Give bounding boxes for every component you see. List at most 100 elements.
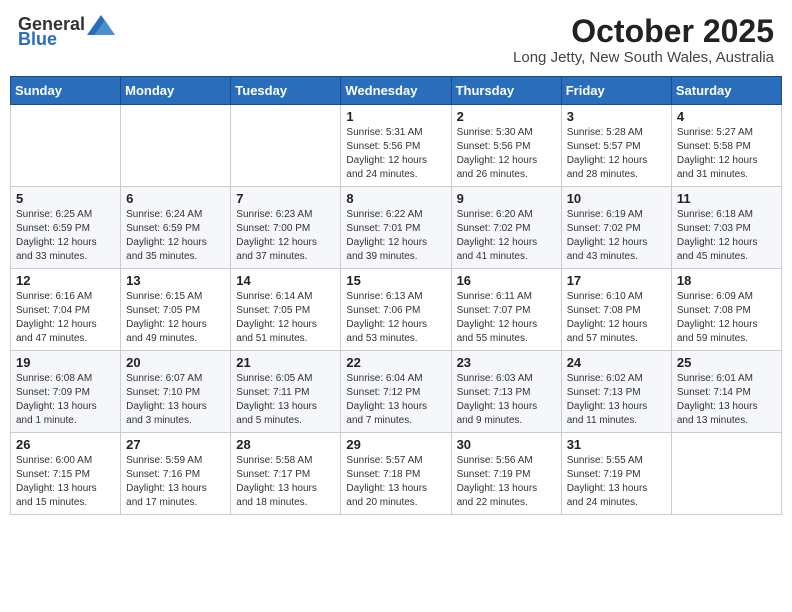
weekday-header-tuesday: Tuesday [231, 77, 341, 105]
day-number: 22 [346, 355, 445, 370]
title-block: October 2025 Long Jetty, New South Wales… [513, 14, 774, 66]
calendar-cell: 30Sunrise: 5:56 AM Sunset: 7:19 PM Dayli… [451, 433, 561, 515]
day-number: 2 [457, 109, 556, 124]
day-info: Sunrise: 6:09 AM Sunset: 7:08 PM Dayligh… [677, 290, 776, 346]
calendar-cell: 10 Sunrise: 6:19 AM Sunset: 7:02 PM Dayli… [561, 187, 671, 269]
logo-blue: Blue [18, 29, 57, 50]
day-number: 26 [16, 437, 115, 452]
day-info: Sunrise: 5:57 AM Sunset: 7:18 PM Dayligh… [346, 454, 445, 510]
calendar-cell: 22 Sunrise: 6:04 AM Sunset: 7:12 PM Dayli… [341, 351, 451, 433]
day-info: Sunrise: 6:00 AM Sunset: 7:15 PM Dayligh… [16, 454, 115, 510]
day-number: 31 [567, 437, 666, 452]
weekday-header-wednesday: Wednesday [341, 77, 451, 105]
calendar-cell: 23Sunrise: 6:03 AM Sunset: 7:13 PM Dayli… [451, 351, 561, 433]
day-number: 14 [236, 273, 335, 288]
day-number: 9 [457, 191, 556, 206]
calendar-cell: 4 Sunrise: 5:27 AM Sunset: 5:58 PM Daylig… [671, 105, 781, 187]
calendar-cell: 11 Sunrise: 6:18 AM Sunset: 7:03 PM Dayli… [671, 187, 781, 269]
day-info: Sunrise: 6:11 AM Sunset: 7:07 PM Dayligh… [457, 290, 556, 346]
day-info: Sunrise: 6:19 AM Sunset: 7:02 PM Dayligh… [567, 208, 666, 264]
day-info: Sunrise: 6:23 AM Sunset: 7:00 PM Dayligh… [236, 208, 335, 264]
day-number: 7 [236, 191, 335, 206]
calendar-cell: 16 Sunrise: 6:11 AM Sunset: 7:07 PM Dayli… [451, 269, 561, 351]
day-info: Sunrise: 5:58 AM Sunset: 7:17 PM Dayligh… [236, 454, 335, 510]
calendar-cell: 7 Sunrise: 6:23 AM Sunset: 7:00 PM Daylig… [231, 187, 341, 269]
calendar-cell: 6 Sunrise: 6:24 AM Sunset: 6:59 PM Daylig… [121, 187, 231, 269]
day-number: 13 [126, 273, 225, 288]
day-info: Sunrise: 6:02 AM Sunset: 7:13 PM Dayligh… [567, 372, 666, 428]
location-title: Long Jetty, New South Wales, Australia [513, 49, 774, 66]
logo: General Blue [18, 14, 115, 50]
day-number: 20 [126, 355, 225, 370]
day-info: Sunrise: 6:10 AM Sunset: 7:08 PM Dayligh… [567, 290, 666, 346]
calendar-cell [121, 105, 231, 187]
day-number: 11 [677, 191, 776, 206]
day-number: 15 [346, 273, 445, 288]
calendar-cell: 2Sunrise: 5:30 AM Sunset: 5:56 PM Daylig… [451, 105, 561, 187]
calendar-cell: 13Sunrise: 6:15 AM Sunset: 7:05 PM Dayli… [121, 269, 231, 351]
day-number: 21 [236, 355, 335, 370]
weekday-header-row: SundayMondayTuesdayWednesdayThursdayFrid… [11, 77, 782, 105]
calendar-week-1: 1 Sunrise: 5:31 AM Sunset: 5:56 PM Daylig… [11, 105, 782, 187]
day-number: 25 [677, 355, 776, 370]
calendar-cell: 9 Sunrise: 6:20 AM Sunset: 7:02 PM Daylig… [451, 187, 561, 269]
day-info: Sunrise: 6:04 AM Sunset: 7:12 PM Dayligh… [346, 372, 445, 428]
day-number: 30 [457, 437, 556, 452]
weekday-header-friday: Friday [561, 77, 671, 105]
calendar-cell: 27 Sunrise: 5:59 AM Sunset: 7:16 PM Dayli… [121, 433, 231, 515]
calendar-cell: 15 Sunrise: 6:13 AM Sunset: 7:06 PM Dayli… [341, 269, 451, 351]
day-number: 4 [677, 109, 776, 124]
calendar-cell: 21 Sunrise: 6:05 AM Sunset: 7:11 PM Dayli… [231, 351, 341, 433]
day-info: Sunrise: 5:31 AM Sunset: 5:56 PM Dayligh… [346, 126, 445, 182]
calendar-cell: 29Sunrise: 5:57 AM Sunset: 7:18 PM Dayli… [341, 433, 451, 515]
day-number: 17 [567, 273, 666, 288]
calendar-cell: 12 Sunrise: 6:16 AM Sunset: 7:04 PM Dayli… [11, 269, 121, 351]
day-info: Sunrise: 6:08 AM Sunset: 7:09 PM Dayligh… [16, 372, 115, 428]
day-number: 6 [126, 191, 225, 206]
day-info: Sunrise: 6:14 AM Sunset: 7:05 PM Dayligh… [236, 290, 335, 346]
day-info: Sunrise: 6:22 AM Sunset: 7:01 PM Dayligh… [346, 208, 445, 264]
day-number: 10 [567, 191, 666, 206]
calendar-cell: 28 Sunrise: 5:58 AM Sunset: 7:17 PM Dayli… [231, 433, 341, 515]
day-number: 24 [567, 355, 666, 370]
calendar-cell: 31 Sunrise: 5:55 AM Sunset: 7:19 PM Dayli… [561, 433, 671, 515]
day-info: Sunrise: 6:16 AM Sunset: 7:04 PM Dayligh… [16, 290, 115, 346]
calendar-cell: 19Sunrise: 6:08 AM Sunset: 7:09 PM Dayli… [11, 351, 121, 433]
day-number: 1 [346, 109, 445, 124]
logo-icon [87, 15, 115, 35]
calendar-cell: 25Sunrise: 6:01 AM Sunset: 7:14 PM Dayli… [671, 351, 781, 433]
day-info: Sunrise: 5:55 AM Sunset: 7:19 PM Dayligh… [567, 454, 666, 510]
day-info: Sunrise: 5:59 AM Sunset: 7:16 PM Dayligh… [126, 454, 225, 510]
page-header: General Blue October 2025 Long Jetty, Ne… [10, 10, 782, 70]
day-number: 16 [457, 273, 556, 288]
day-info: Sunrise: 6:20 AM Sunset: 7:02 PM Dayligh… [457, 208, 556, 264]
day-info: Sunrise: 6:05 AM Sunset: 7:11 PM Dayligh… [236, 372, 335, 428]
calendar-cell: 18Sunrise: 6:09 AM Sunset: 7:08 PM Dayli… [671, 269, 781, 351]
weekday-header-sunday: Sunday [11, 77, 121, 105]
calendar-cell: 17 Sunrise: 6:10 AM Sunset: 7:08 PM Dayli… [561, 269, 671, 351]
weekday-header-monday: Monday [121, 77, 231, 105]
day-number: 3 [567, 109, 666, 124]
calendar-week-4: 19Sunrise: 6:08 AM Sunset: 7:09 PM Dayli… [11, 351, 782, 433]
calendar-cell: 20Sunrise: 6:07 AM Sunset: 7:10 PM Dayli… [121, 351, 231, 433]
day-info: Sunrise: 6:18 AM Sunset: 7:03 PM Dayligh… [677, 208, 776, 264]
day-number: 5 [16, 191, 115, 206]
month-title: October 2025 [513, 14, 774, 49]
calendar-cell: 14 Sunrise: 6:14 AM Sunset: 7:05 PM Dayli… [231, 269, 341, 351]
day-info: Sunrise: 6:13 AM Sunset: 7:06 PM Dayligh… [346, 290, 445, 346]
day-info: Sunrise: 6:25 AM Sunset: 6:59 PM Dayligh… [16, 208, 115, 264]
calendar-week-2: 5 Sunrise: 6:25 AM Sunset: 6:59 PM Daylig… [11, 187, 782, 269]
weekday-header-saturday: Saturday [671, 77, 781, 105]
day-number: 27 [126, 437, 225, 452]
day-number: 28 [236, 437, 335, 452]
calendar-cell [671, 433, 781, 515]
day-info: Sunrise: 6:24 AM Sunset: 6:59 PM Dayligh… [126, 208, 225, 264]
calendar-cell: 3Sunrise: 5:28 AM Sunset: 5:57 PM Daylig… [561, 105, 671, 187]
calendar-cell [11, 105, 121, 187]
calendar-cell: 8 Sunrise: 6:22 AM Sunset: 7:01 PM Daylig… [341, 187, 451, 269]
day-info: Sunrise: 6:03 AM Sunset: 7:13 PM Dayligh… [457, 372, 556, 428]
calendar-cell: 5 Sunrise: 6:25 AM Sunset: 6:59 PM Daylig… [11, 187, 121, 269]
day-number: 12 [16, 273, 115, 288]
day-info: Sunrise: 5:27 AM Sunset: 5:58 PM Dayligh… [677, 126, 776, 182]
day-number: 8 [346, 191, 445, 206]
